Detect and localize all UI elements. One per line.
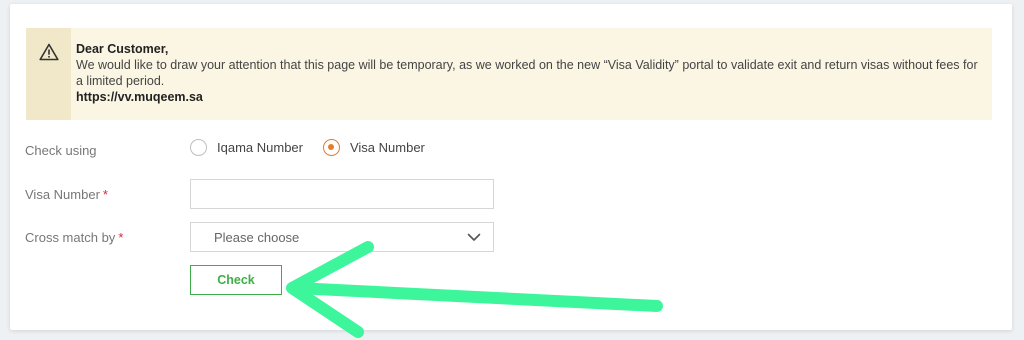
cross-match-label: Cross match by * [25, 230, 123, 245]
cross-match-label-text: Cross match by [25, 230, 116, 245]
radio-visa-circle[interactable] [322, 138, 340, 156]
radio-visa-label: Visa Number [349, 139, 425, 155]
chevron-down-icon [467, 233, 481, 241]
radio-iqama-label: Iqama Number [217, 139, 303, 155]
visa-number-label-text: Visa Number [25, 187, 100, 202]
check-using-radio-group: Iqama Number Visa Number [190, 136, 445, 158]
notice-icon-cell [26, 28, 71, 120]
notice-title: Dear Customer, [76, 42, 169, 56]
radio-visa-number[interactable]: Visa Number [322, 138, 425, 156]
warning-triangle-icon [39, 43, 59, 61]
radio-iqama-number[interactable]: Iqama Number [190, 138, 303, 156]
visa-check-card: Dear Customer, We would like to draw you… [10, 4, 1012, 330]
cross-match-select[interactable]: Please choose [190, 222, 494, 252]
notice-link[interactable]: https://vv.muqeem.sa [76, 89, 981, 105]
notice-text: Dear Customer, We would like to draw you… [76, 41, 981, 105]
required-mark: * [118, 230, 124, 245]
check-button[interactable]: Check [190, 265, 282, 295]
check-using-label: Check using [25, 143, 97, 158]
cross-match-select-value: Please choose [214, 229, 300, 245]
visa-number-input[interactable] [190, 179, 494, 209]
notice-body: We would like to draw your attention tha… [76, 58, 978, 88]
radio-iqama-circle[interactable] [190, 138, 207, 156]
notice-banner: Dear Customer, We would like to draw you… [26, 28, 992, 120]
required-mark: * [102, 187, 108, 202]
visa-number-label: Visa Number * [25, 187, 108, 202]
